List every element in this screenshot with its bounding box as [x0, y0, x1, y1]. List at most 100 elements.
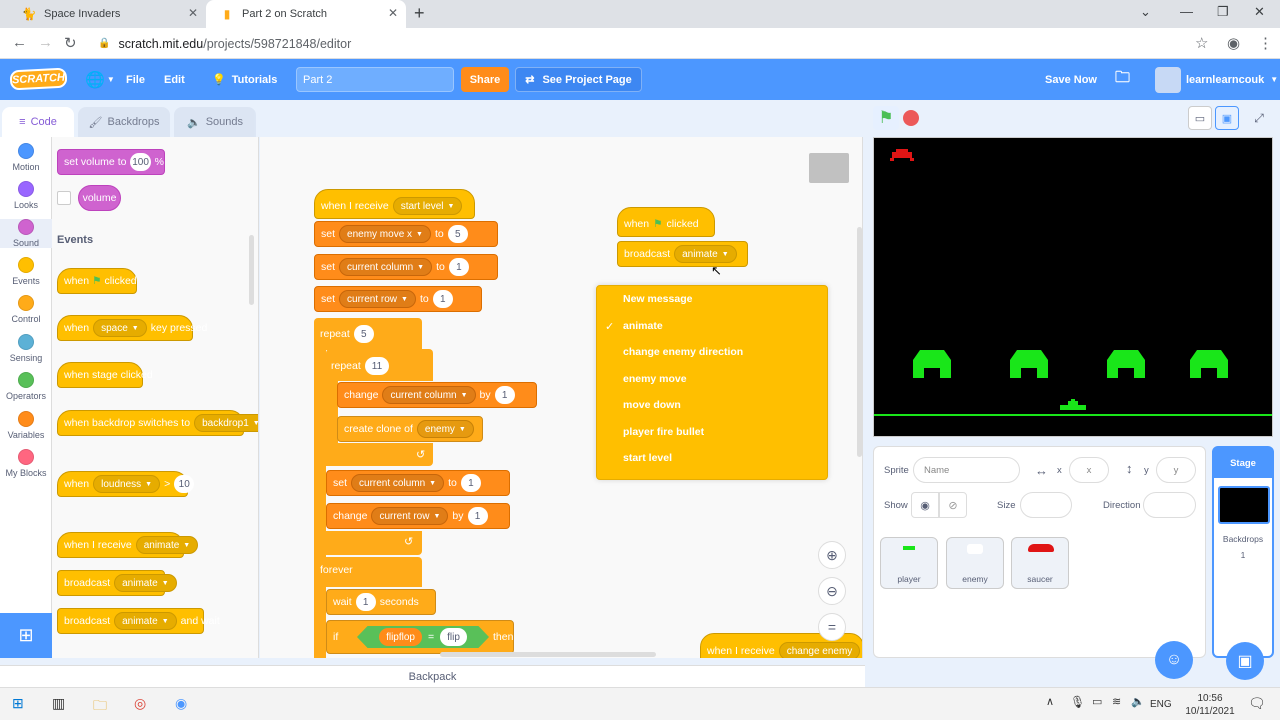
backpack-bar[interactable]: Backpack [0, 665, 865, 687]
broadcast-and-wait-block[interactable]: broadcast animate ▼ and wait [57, 608, 220, 634]
profile-icon[interactable]: ◉ [1227, 34, 1240, 52]
size-field[interactable] [1020, 492, 1072, 518]
sprite-tile-saucer[interactable]: saucer [1011, 537, 1069, 589]
my-stuff-folder-icon[interactable]: 🗀 [1115, 59, 1130, 100]
menu-item-new-message[interactable]: New message [623, 293, 692, 305]
tab-sounds[interactable]: 🔈 Sounds [174, 107, 256, 137]
volume-checkbox[interactable] [57, 191, 71, 205]
stop-icon[interactable] [903, 110, 919, 126]
value-input[interactable]: 1 [448, 258, 469, 276]
broadcast-block[interactable]: broadcast animate ▼ [617, 241, 748, 267]
zoom-out-icon[interactable]: ⊖ [818, 577, 846, 605]
green-flag-icon[interactable]: ⚑ [873, 106, 899, 130]
app-icon[interactable]: ◉ [175, 695, 187, 712]
small-stage-icon[interactable]: ▭ [1188, 106, 1212, 130]
volume-reporter[interactable]: volume [78, 185, 121, 211]
reload-icon[interactable]: ↻ [64, 34, 77, 52]
when-i-receive-block[interactable]: when I receive animate ▼ [57, 532, 199, 558]
value-input[interactable]: 5 [447, 225, 468, 243]
task-view-icon[interactable]: ▥ [52, 695, 65, 712]
variable-dropdown[interactable]: current column ▼ [351, 474, 445, 492]
key-dropdown[interactable]: space ▼ [93, 319, 147, 337]
scratch-logo[interactable]: SCRATCH [9, 67, 68, 91]
browser-tab-part2[interactable]: ▮ Part 2 on Scratch ✕ [206, 0, 406, 28]
set-variable-block[interactable]: set current row ▼ to 1 [314, 286, 482, 312]
set-variable-block[interactable]: set current column ▼ to 1 [326, 470, 510, 496]
when-flag-clicked-block[interactable]: when ⚑ clicked [57, 268, 137, 294]
backdrop-dropdown[interactable]: backdrop1 ▼ [194, 414, 258, 432]
message-dropdown[interactable]: change enemy [778, 642, 861, 658]
choose-backdrop-icon[interactable]: ▣ [1226, 642, 1264, 680]
volume-icon[interactable]: 🔈 [1131, 695, 1145, 708]
tab-backdrops[interactable]: 🖌 Backdrops [78, 107, 170, 137]
show-eye-icon[interactable]: ◉ [911, 492, 939, 518]
save-now-button[interactable]: Save Now [1045, 59, 1097, 100]
choose-sprite-icon[interactable]: ☺ [1155, 641, 1193, 679]
minimize-icon[interactable]: — [1180, 4, 1193, 19]
edit-menu[interactable]: Edit [164, 59, 185, 100]
message-dropdown[interactable]: animate ▼ [114, 574, 177, 592]
equals-operator[interactable]: flipflop = flip [357, 626, 489, 648]
menu-item-move-down[interactable]: move down [623, 399, 681, 411]
forward-icon[interactable]: → [38, 34, 53, 51]
add-extension-button[interactable]: ⊞ [0, 613, 52, 658]
value-input[interactable]: 1 [467, 507, 488, 525]
clock[interactable]: 10:56 10/11/2021 [1180, 692, 1240, 718]
stage-selector[interactable]: Stage Backdrops 1 ▣ [1212, 446, 1274, 680]
when-stage-clicked-block[interactable]: when stage clicked [57, 362, 153, 388]
wifi-icon[interactable]: ≋ [1112, 695, 1121, 708]
when-backdrop-switches-block[interactable]: when backdrop switches to backdrop1 ▼ [57, 410, 258, 436]
volume-input[interactable]: 100 [130, 153, 151, 171]
zoom-in-icon[interactable]: ⊕ [818, 541, 846, 569]
set-volume-block[interactable]: set volume to 100 % [57, 149, 165, 175]
broadcast-block[interactable]: broadcast animate ▼ [57, 570, 177, 596]
repeat-count-input[interactable]: 11 [364, 357, 390, 375]
category-events[interactable]: Events [0, 257, 52, 286]
variable-dropdown[interactable]: current row ▼ [371, 507, 449, 525]
workspace-scrollbar-v[interactable] [857, 227, 862, 457]
category-variables[interactable]: Variables [0, 411, 52, 440]
repeat-count-input[interactable]: 5 [353, 325, 374, 343]
compare-input[interactable]: flip [440, 628, 467, 646]
browser-tab-space-invaders[interactable]: 🐈 Space Invaders ✕ [8, 0, 206, 28]
close-tab-icon[interactable]: ✕ [388, 6, 398, 20]
value-input[interactable]: 1 [494, 386, 515, 404]
message-dropdown[interactable]: animate ▼ [114, 612, 177, 630]
tutorials-button[interactable]: 💡 Tutorials [212, 59, 277, 100]
category-control[interactable]: Control [0, 295, 52, 324]
broadcast-message-dropdown[interactable]: animate ▼ [674, 245, 737, 263]
project-title-input[interactable]: Part 2 [296, 67, 454, 92]
share-button[interactable]: Share [461, 67, 509, 92]
palette-scrollbar[interactable] [249, 235, 254, 305]
category-my-blocks[interactable]: My Blocks [0, 449, 52, 478]
category-motion[interactable]: Motion [0, 143, 52, 172]
message-dropdown[interactable]: start level ▼ [392, 197, 463, 215]
when-key-pressed-block[interactable]: when space ▼ key pressed [57, 315, 207, 341]
sprite-name-field[interactable]: Name [913, 457, 1020, 483]
value-input[interactable]: 1 [460, 474, 481, 492]
notifications-icon[interactable]: 🗨 [1248, 695, 1266, 712]
file-explorer-icon[interactable]: 🗀 [93, 695, 107, 719]
create-clone-block[interactable]: create clone of enemy ▼ [337, 416, 483, 442]
tab-search-icon[interactable]: ⌄ [1140, 4, 1151, 20]
sprite-tile-enemy[interactable]: enemy [946, 537, 1004, 589]
stage-canvas[interactable] [873, 137, 1273, 437]
when-flag-clicked-hat[interactable]: when ⚑ clicked [617, 207, 715, 237]
category-sound[interactable]: Sound [0, 219, 52, 248]
fullscreen-icon[interactable]: ⤢ [1247, 106, 1271, 130]
when-loudness-block[interactable]: when loudness ▼ > 10 [57, 471, 195, 497]
category-looks[interactable]: Looks [0, 181, 52, 210]
language-indicator[interactable]: ENG [1150, 699, 1172, 710]
close-tab-icon[interactable]: ✕ [188, 6, 198, 20]
chrome-icon[interactable]: ◎ [134, 695, 146, 712]
account-menu[interactable]: learnlearncouk ▼ [1155, 59, 1278, 100]
message-dropdown[interactable]: animate ▼ [135, 536, 199, 554]
menu-item-start-level[interactable]: start level [623, 452, 672, 464]
back-icon[interactable]: ← [12, 34, 27, 51]
variable-dropdown[interactable]: current row ▼ [339, 290, 416, 308]
set-variable-block[interactable]: set current column ▼ to 1 [314, 254, 498, 280]
file-menu[interactable]: File [126, 59, 145, 100]
large-stage-icon[interactable]: ▣ [1215, 106, 1239, 130]
language-menu[interactable]: 🌐 ▼ [85, 59, 115, 100]
set-variable-block[interactable]: set enemy move x ▼ to 5 [314, 221, 498, 247]
